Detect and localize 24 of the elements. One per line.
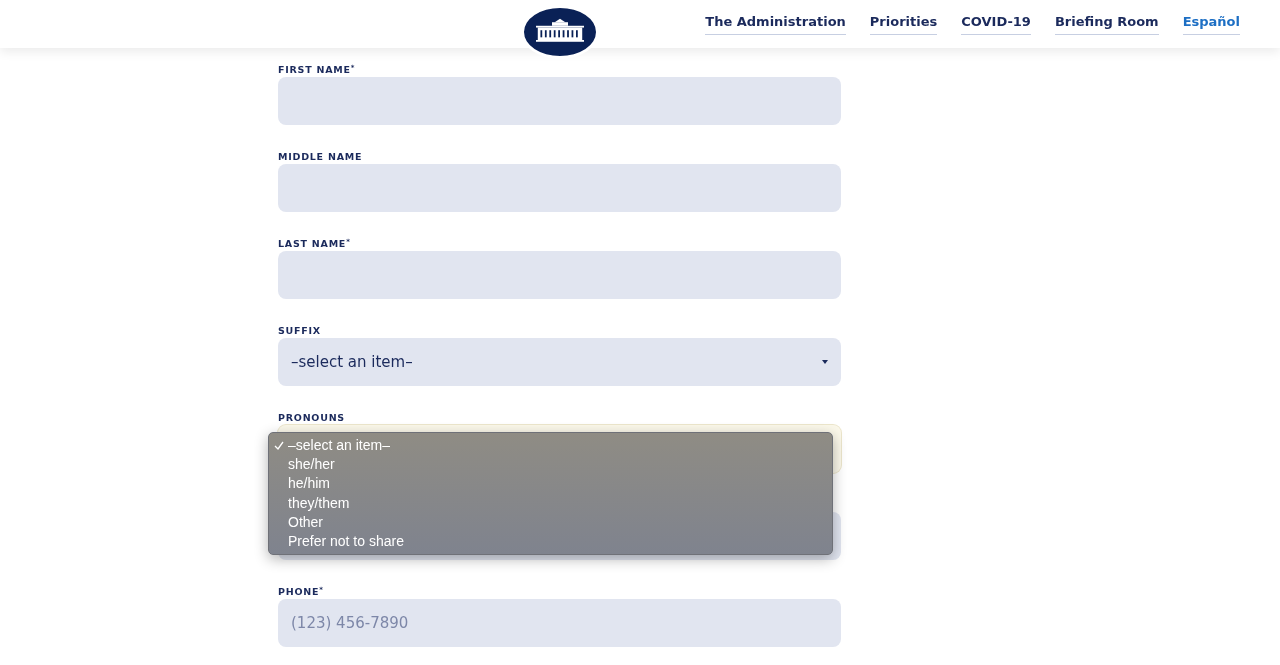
checkmark-icon — [274, 441, 284, 451]
dropdown-option[interactable]: Other — [269, 512, 832, 532]
field-label: SUFFIX — [278, 325, 321, 336]
select-field[interactable]: –select an item– — [278, 338, 841, 386]
field-label: PRONOUNS — [278, 412, 345, 423]
nav-link[interactable]: Briefing Room — [1054, 12, 1159, 35]
dropdown-option[interactable]: they/them — [269, 493, 832, 513]
dropdown-option[interactable]: –select an item– — [269, 436, 832, 456]
dropdown-option[interactable]: Prefer not to share — [269, 532, 832, 552]
language-link[interactable]: Español — [1182, 12, 1240, 35]
nav-link[interactable]: Priorities — [869, 12, 938, 35]
dropdown-option[interactable]: she/her — [269, 455, 832, 475]
nav-link[interactable]: COVID-19 — [961, 12, 1031, 35]
field-label: MIDDLE NAME — [278, 151, 363, 162]
text-field[interactable] — [278, 164, 841, 212]
field-label: LAST NAME$^{*}$ — [278, 238, 351, 249]
field-label: FIRST NAME$^{*}$ — [278, 64, 356, 75]
dropdown-option[interactable]: he/him — [269, 474, 832, 494]
text-field[interactable] — [278, 251, 841, 299]
field-label: PHONE$^{*}$ — [278, 586, 324, 597]
caret-icon — [822, 360, 828, 364]
nav-link[interactable]: The Administration — [705, 12, 846, 35]
text-field[interactable]: (123) 456-7890 — [278, 599, 841, 647]
text-field[interactable] — [278, 77, 841, 125]
